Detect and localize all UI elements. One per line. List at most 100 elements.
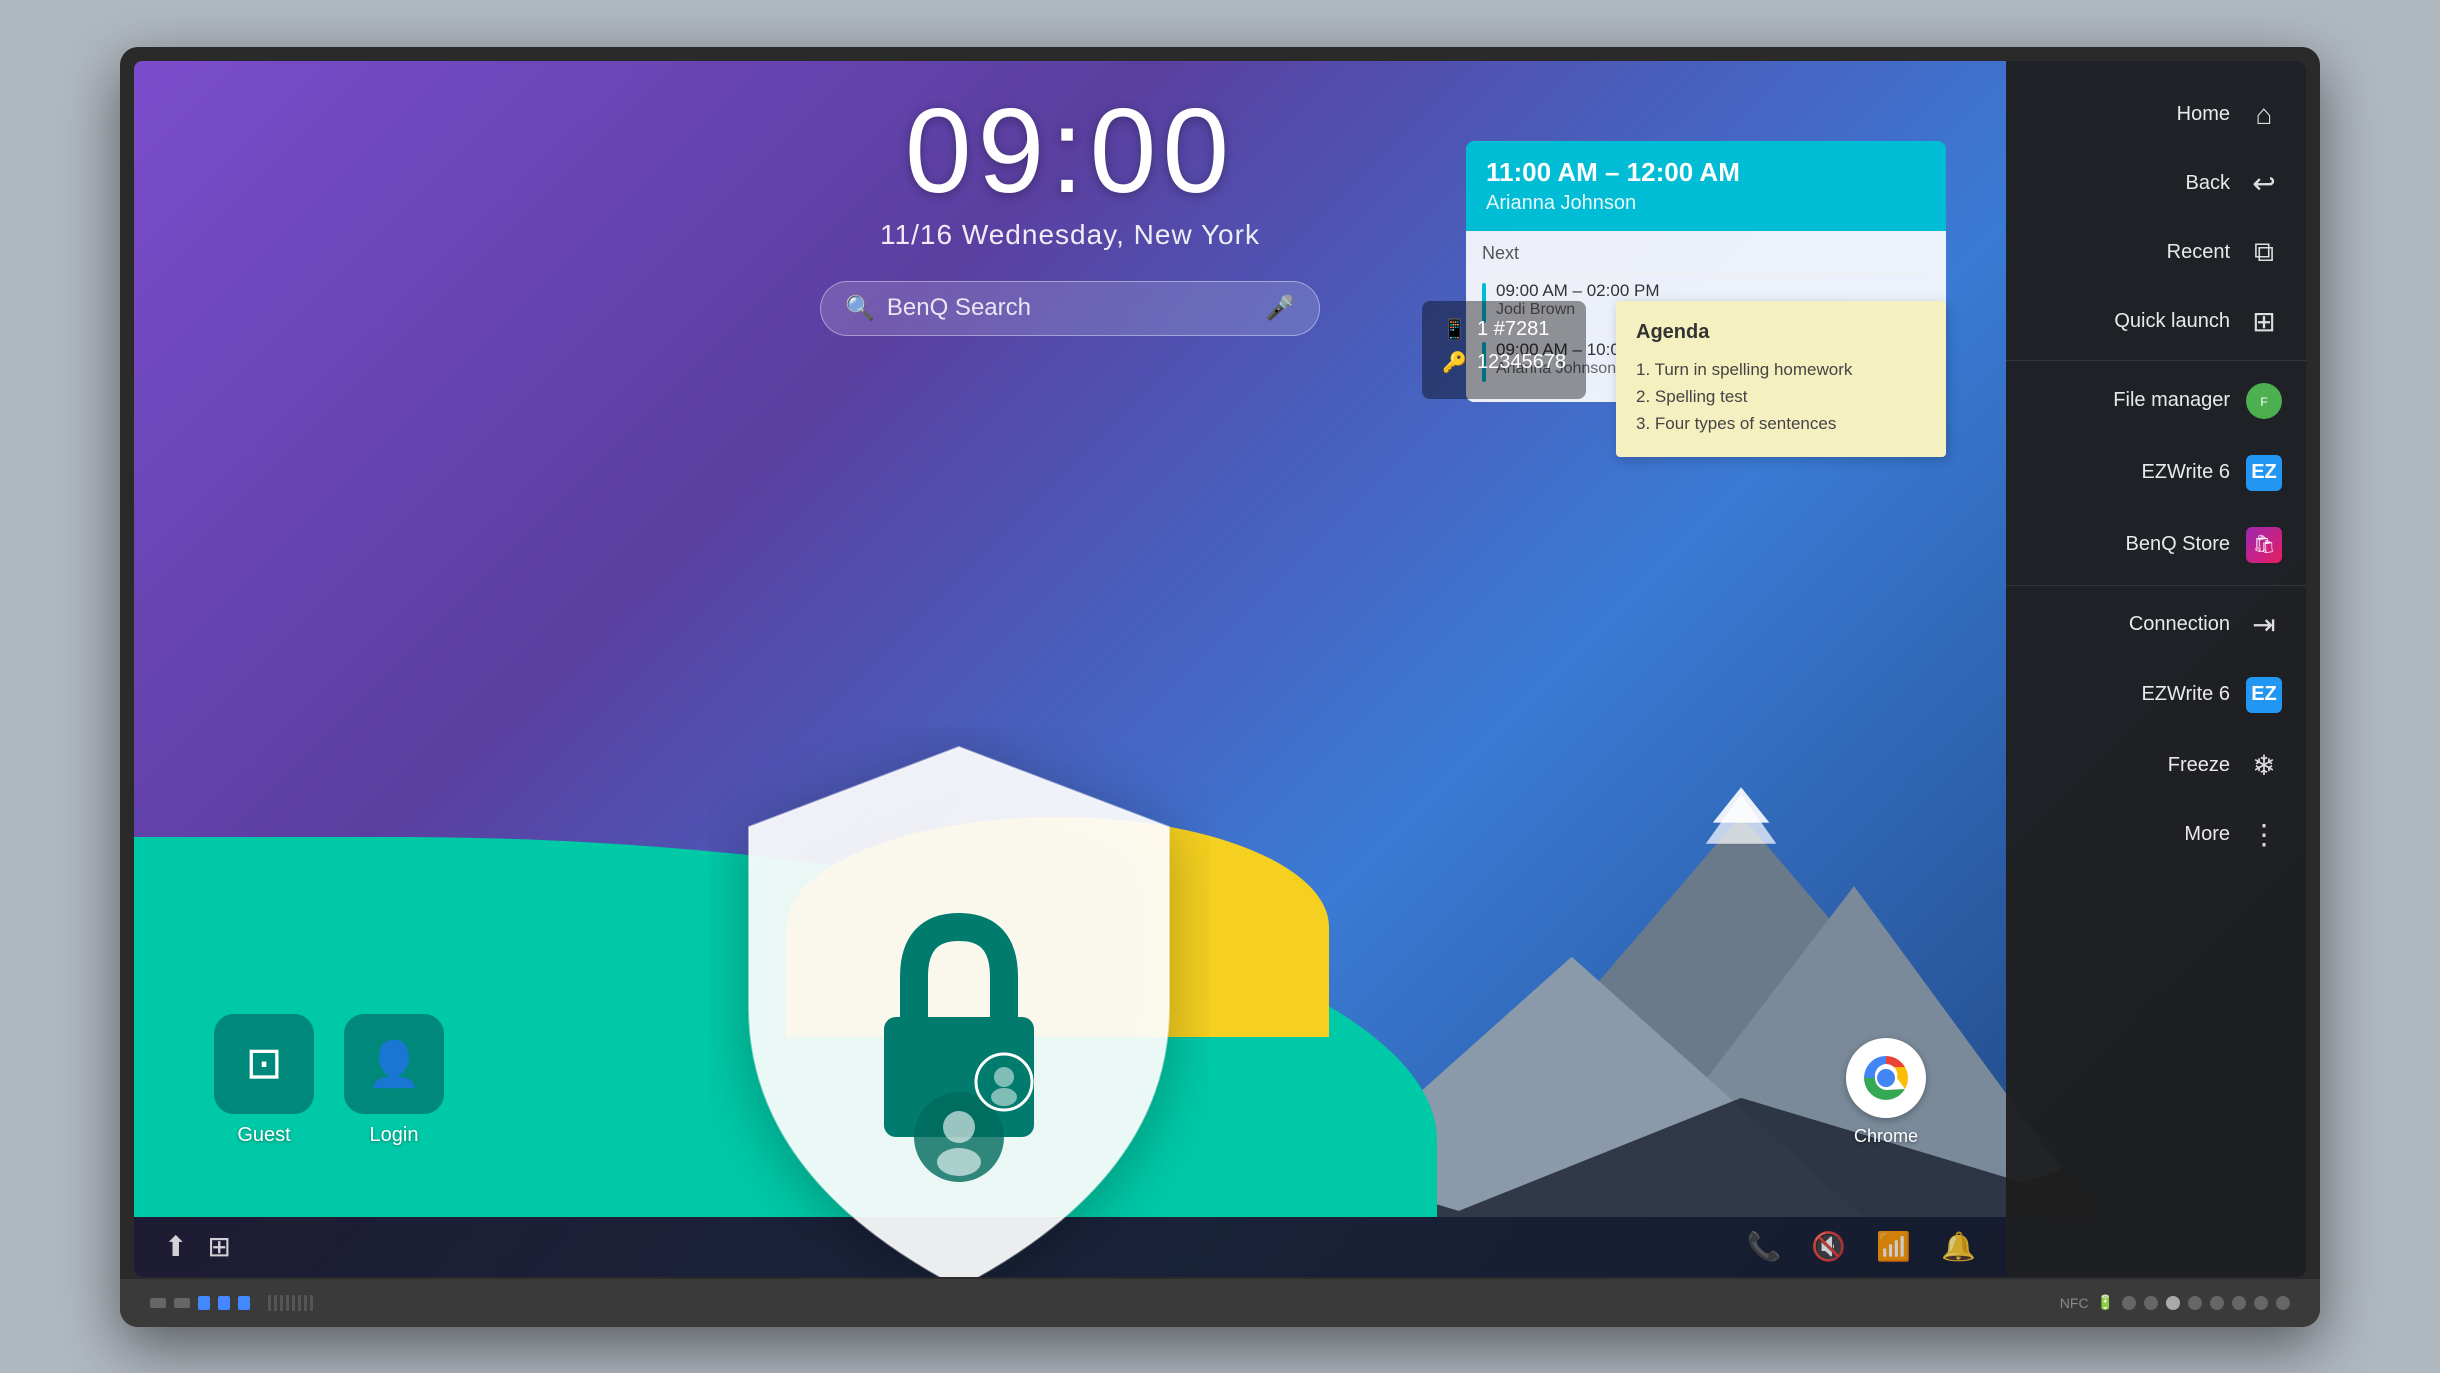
sticky-item-1: 1. Turn in spelling homework <box>1636 356 1926 383</box>
sidebar-ezwrite-2-label: EZWrite 6 <box>2141 683 2230 706</box>
indicator-dot-7 <box>2254 1296 2268 1310</box>
user-buttons-area: ⊡ Guest 👤 Login <box>214 1014 444 1147</box>
shield-overlay <box>709 727 1209 1277</box>
connection-id: 📱 1 #7281 <box>1442 317 1566 342</box>
file-manager-icon: F <box>2246 383 2282 419</box>
indicator-dot-3 <box>2166 1296 2180 1310</box>
wifi-icon[interactable]: 📶 <box>1876 1230 1911 1263</box>
monitor-bottom-bar: NFC 🔋 <box>120 1279 2320 1327</box>
sidebar-item-more[interactable]: More ⋮ <box>2006 800 2306 869</box>
chrome-icon-bg <box>1846 1038 1926 1118</box>
indicator-dot-4 <box>2188 1296 2202 1310</box>
search-bar[interactable]: 🔍 BenQ Search 🎤 <box>820 281 1320 336</box>
right-sidebar: Home ⌂ Back ↩ Recent ⧉ Quick launch ⊞ Fi… <box>2006 61 2306 1277</box>
indicator-dot-1 <box>2122 1296 2136 1310</box>
indicator-dot-5 <box>2210 1296 2224 1310</box>
connection-password: 🔑 12345678 <box>1442 350 1566 375</box>
battery-icon: 🔋 <box>2097 1294 2114 1311</box>
shield-svg <box>709 727 1209 1277</box>
mute-icon[interactable]: 🔇 <box>1811 1230 1846 1263</box>
port-1 <box>150 1298 166 1308</box>
sidebar-back-label: Back <box>2186 172 2230 195</box>
sidebar-item-freeze[interactable]: Freeze ❄ <box>2006 731 2306 800</box>
sidebar-item-ezwrite-1[interactable]: EZWrite 6 EZ <box>2006 437 2306 509</box>
bell-icon[interactable]: 🔔 <box>1941 1230 1976 1263</box>
port-usb-2 <box>218 1296 230 1310</box>
connection-id-text: 1 #7281 <box>1477 318 1549 341</box>
sidebar-divider-1 <box>2006 360 2306 361</box>
search-icon: 🔍 <box>845 294 875 323</box>
connection-password-text: 12345678 <box>1477 351 1566 374</box>
login-label: Login <box>370 1124 419 1147</box>
recent-icon: ⧉ <box>2246 236 2282 269</box>
ezwrite-2-icon: EZ <box>2246 677 2282 713</box>
cal-item-1-time: 09:00 AM – 02:00 PM <box>1496 281 1660 301</box>
chrome-label: Chrome <box>1854 1126 1918 1147</box>
sidebar-item-quick-launch[interactable]: Quick launch ⊞ <box>2006 287 2306 356</box>
sidebar-item-home[interactable]: Home ⌂ <box>2006 81 2306 149</box>
guest-icon: ⊡ <box>214 1014 314 1114</box>
sidebar-file-manager-label: File manager <box>2113 389 2230 412</box>
date-display: 11/16 Wednesday, New York <box>880 219 1260 251</box>
calendar-next-label: Next <box>1482 243 1930 264</box>
indicator-dot-6 <box>2232 1296 2246 1310</box>
chrome-app[interactable]: Chrome <box>1846 1038 1926 1147</box>
indicator-dot-8 <box>2276 1296 2290 1310</box>
calendar-primary-time: 11:00 AM – 12:00 AM <box>1486 157 1926 188</box>
screen: 09:00 11/16 Wednesday, New York 🔍 BenQ S… <box>134 61 2306 1277</box>
monitor-indicators: NFC 🔋 <box>2060 1294 2290 1311</box>
port-usb-3 <box>238 1296 250 1310</box>
monitor: 09:00 11/16 Wednesday, New York 🔍 BenQ S… <box>120 47 2320 1327</box>
nfc-icon: NFC <box>2060 1295 2089 1311</box>
mountain-scene <box>134 767 2306 1217</box>
sidebar-item-connection[interactable]: Connection ⇥ <box>2006 590 2306 659</box>
connection-icon: ⇥ <box>2246 608 2282 641</box>
sticky-title: Agenda <box>1636 321 1926 344</box>
sticky-note: Agenda 1. Turn in spelling homework 2. S… <box>1616 301 1946 458</box>
sticky-item-3: 3. Four types of sentences <box>1636 410 1926 437</box>
ezwrite-1-icon: EZ <box>2246 455 2282 491</box>
phone-icon[interactable]: 📞 <box>1747 1230 1782 1263</box>
port-usb-1 <box>198 1296 210 1310</box>
monitor-ports <box>150 1295 313 1311</box>
benq-store-icon: 🛍 <box>2246 527 2282 563</box>
clock-display: 09:00 <box>905 91 1235 211</box>
sidebar-item-benq-store[interactable]: BenQ Store 🛍 <box>2006 509 2306 581</box>
grid-icon[interactable]: ⊞ <box>207 1230 230 1263</box>
sidebar-connection-label: Connection <box>2129 613 2230 636</box>
home-icon: ⌂ <box>2246 99 2282 131</box>
port-2 <box>174 1298 190 1308</box>
microphone-icon[interactable]: 🎤 <box>1265 294 1295 323</box>
back-icon: ↩ <box>2246 167 2282 200</box>
calendar-primary-name: Arianna Johnson <box>1486 192 1926 215</box>
calendar-primary-event: 11:00 AM – 12:00 AM Arianna Johnson <box>1466 141 1946 231</box>
sidebar-benq-store-label: BenQ Store <box>2125 533 2230 556</box>
sidebar-item-recent[interactable]: Recent ⧉ <box>2006 218 2306 287</box>
login-button[interactable]: 👤 Login <box>344 1014 444 1147</box>
sidebar-divider-2 <box>2006 585 2306 586</box>
freeze-icon: ❄ <box>2246 749 2282 782</box>
sticky-item-2: 2. Spelling test <box>1636 383 1926 410</box>
connection-id-icon: 📱 <box>1442 317 1467 342</box>
guest-label: Guest <box>237 1124 290 1147</box>
svg-text:F: F <box>2260 395 2267 409</box>
sidebar-home-label: Home <box>2177 103 2230 126</box>
sidebar-item-back[interactable]: Back ↩ <box>2006 149 2306 218</box>
share-icon[interactable]: ⬆ <box>164 1230 187 1263</box>
guest-button[interactable]: ⊡ Guest <box>214 1014 314 1147</box>
more-icon: ⋮ <box>2246 818 2282 851</box>
login-icon: 👤 <box>344 1014 444 1114</box>
sidebar-recent-label: Recent <box>2167 241 2230 264</box>
indicator-dot-2 <box>2144 1296 2158 1310</box>
sidebar-quick-launch-label: Quick launch <box>2114 310 2230 333</box>
connection-widget: 📱 1 #7281 🔑 12345678 <box>1422 301 1586 399</box>
sidebar-ezwrite-1-label: EZWrite 6 <box>2141 461 2230 484</box>
sidebar-item-file-manager[interactable]: File manager F <box>2006 365 2306 437</box>
chrome-icon-svg <box>1856 1048 1916 1108</box>
connection-key-icon: 🔑 <box>1442 350 1467 375</box>
search-placeholder: BenQ Search <box>887 294 1253 322</box>
quick-launch-icon: ⊞ <box>2246 305 2282 338</box>
sidebar-more-label: More <box>2184 823 2230 846</box>
taskbar-left: ⬆ ⊞ <box>164 1230 231 1263</box>
sidebar-item-ezwrite-2[interactable]: EZWrite 6 EZ <box>2006 659 2306 731</box>
